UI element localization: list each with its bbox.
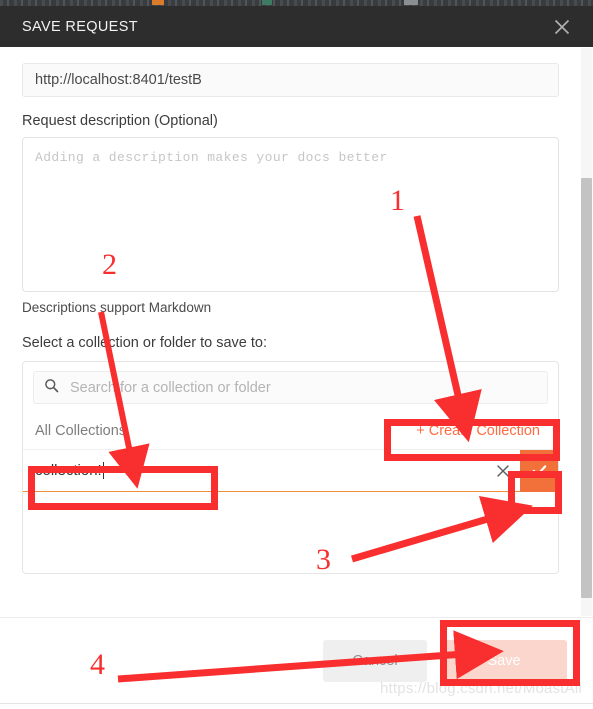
modal-header: SAVE REQUEST <box>0 6 593 47</box>
close-icon[interactable] <box>549 14 575 40</box>
description-placeholder: Adding a description makes your docs bet… <box>35 150 388 165</box>
modal-body: http://localhost:8401/testB Request desc… <box>0 47 593 617</box>
watermark: https://blog.csdn.net/MoastAll <box>380 680 582 697</box>
all-collections-label: All Collections <box>35 422 127 439</box>
collection-search-row: Search for a collection or folder <box>23 362 558 404</box>
cancel-button[interactable]: Cancel <box>323 639 427 682</box>
new-collection-cancel-icon[interactable] <box>486 464 520 478</box>
collection-panel: Search for a collection or folder All Co… <box>22 361 559 574</box>
background-accent-orange <box>152 0 164 5</box>
background-accent-green <box>262 0 272 5</box>
new-collection-value: collection! <box>35 462 102 479</box>
new-collection-row: collection! <box>23 449 558 492</box>
markdown-hint: Descriptions support Markdown <box>22 300 212 315</box>
request-url-value: http://localhost:8401/testB <box>35 72 202 88</box>
search-icon <box>44 378 59 398</box>
create-collection-button[interactable]: + Create Collection <box>416 423 546 439</box>
text-caret <box>102 462 104 479</box>
new-collection-input[interactable]: collection! <box>35 462 486 479</box>
description-label: Request description (Optional) <box>22 113 218 129</box>
footer-bottom-divider <box>0 703 593 704</box>
modal-scrollbar-thumb[interactable] <box>581 178 592 598</box>
save-request-modal-screen: SAVE REQUEST http://localhost:8401/testB… <box>0 0 593 709</box>
all-collections-row: All Collections + Create Collection <box>23 412 558 450</box>
description-textarea[interactable]: Adding a description makes your docs bet… <box>22 137 559 292</box>
collection-search-input[interactable]: Search for a collection or folder <box>33 371 548 404</box>
collection-search-placeholder: Search for a collection or folder <box>70 379 271 396</box>
request-url-field[interactable]: http://localhost:8401/testB <box>22 63 559 97</box>
new-collection-confirm-icon[interactable] <box>520 449 558 492</box>
background-accent-grey <box>404 0 418 5</box>
save-button[interactable]: Save <box>441 639 567 682</box>
modal-title: SAVE REQUEST <box>22 18 138 35</box>
collection-select-label: Select a collection or folder to save to… <box>22 335 268 351</box>
